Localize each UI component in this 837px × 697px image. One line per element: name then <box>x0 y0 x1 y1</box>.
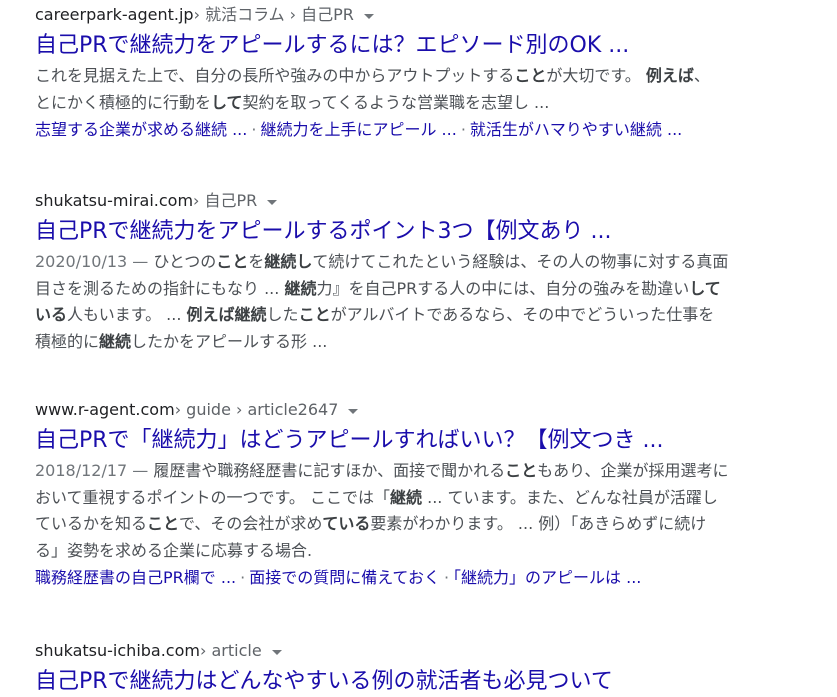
result-breadcrumb: › 自己PR <box>193 191 258 210</box>
snippet-highlight: こと <box>216 252 249 271</box>
snippet-text: 人もいます。 ... <box>67 305 187 324</box>
snippet-highlight: いる <box>35 305 68 324</box>
result-snippet: 2020/10/13 — ひとつのことを継続して続けてこれたという経験は、その人… <box>35 249 728 355</box>
result-title-link[interactable]: 自己PRで「継続力」はどうアピールすればいい？【例文つき ... <box>35 426 728 456</box>
result-breadcrumb: › 就活コラム › 自己PR <box>193 5 354 24</box>
result-4: shukatsu-ichiba.com › article 自己PRで継続力はど… <box>35 640 613 697</box>
snippet-line: 積極的に継続したかをアピールする形 ... <box>35 329 728 356</box>
snippet-text: 力』を自己PRする人の中には、自分の強みを勘違い <box>316 278 690 298</box>
chevron-down-icon[interactable] <box>363 13 374 19</box>
result-3: www.r-agent.com › guide › article2647 自己… <box>35 399 728 589</box>
snippet-highlight: ている <box>322 514 371 533</box>
result-title-link[interactable]: 自己PRで継続力をアピールするポイント3つ【例文あり ... <box>35 217 728 247</box>
snippet-text: で、その会社が求め <box>179 514 323 533</box>
result-date: 2018/12/17 — <box>35 461 154 480</box>
snippet-text: ... ています。また、どんな社員が活躍し <box>422 487 718 507</box>
snippet-highlight: 継続 <box>284 278 317 298</box>
result-domain: www.r-agent.com <box>35 400 175 419</box>
snippet-line: 2020/10/13 — ひとつのことを継続して続けてこれたという経験は、その人… <box>35 249 728 276</box>
sitelink[interactable]: 「継続力」のアピールは ... <box>453 568 641 587</box>
sitelink-separator: · <box>240 568 246 587</box>
sitelink[interactable]: 面接での質問に備えておく <box>249 568 440 587</box>
snippet-highlight: こと <box>505 461 538 480</box>
snippet-text: 要素がわかります。 ... 例）「あきらめずに続け <box>370 514 707 533</box>
snippet-text: おいて重視するポイントの一つです。 ここでは「 <box>35 487 391 507</box>
result-1: careerpark-agent.jp › 就活コラム › 自己PR 自己PRで… <box>35 4 710 141</box>
result-cite: careerpark-agent.jp › 就活コラム › 自己PR <box>35 4 710 26</box>
result-title-link[interactable]: 自己PRで継続力をアピールするには？エピソード別のOK ... <box>35 31 710 61</box>
chevron-down-icon[interactable] <box>271 649 282 655</box>
snippet-text: が大切です。 <box>546 66 646 85</box>
snippet-line: おいて重視するポイントの一つです。 ここでは「継続 ... ています。また、どん… <box>35 485 728 512</box>
snippet-text: る」姿勢を求める企業に応募する場合. <box>35 540 313 560</box>
sitelink[interactable]: 志望する企業が求める継続 ... <box>35 120 247 139</box>
result-cite: shukatsu-mirai.com › 自己PR <box>35 190 728 212</box>
snippet-text: を <box>248 252 265 271</box>
snippet-line: ているかを知ることで、その会社が求めている要素がわかります。 ... 例）「あき… <box>35 511 728 538</box>
snippet-highlight: こと <box>298 305 331 324</box>
snippet-highlight: 継続 <box>99 331 132 351</box>
snippet-line: 2018/12/17 — 履歴書や職務経歴書に記すほか、面接で聞かれることもあり… <box>35 458 728 485</box>
snippet-highlight: 継続し <box>264 252 313 271</box>
snippet-highlight: 継続 <box>390 487 423 507</box>
chevron-down-icon[interactable] <box>348 408 359 414</box>
snippet-highlight: 例えば継続 <box>186 305 267 324</box>
chevron-down-icon[interactable] <box>267 199 278 205</box>
snippet-text: した <box>266 305 299 324</box>
snippet-highlight: 例えば <box>645 66 694 85</box>
snippet-text: ているかを知る <box>35 514 148 533</box>
snippet-text: がアルバイトであるなら、その中でどういった仕事を <box>330 305 715 324</box>
result-cite: www.r-agent.com › guide › article2647 <box>35 399 728 421</box>
snippet-text: したかをアピールする形 ... <box>131 331 328 351</box>
sitelink[interactable]: 継続力を上手にアピール ... <box>260 120 456 139</box>
snippet-text: 契約を取ってくるような営業職を志望し ... <box>242 92 550 112</box>
snippet-line: とにかく積極的に行動をして契約を取ってくるような営業職を志望し ... <box>35 90 710 117</box>
result-snippet: これを見据えた上で、自分の長所や強みの中からアウトプットすることが大切です。 例… <box>35 63 710 116</box>
snippet-line: いる人もいます。 ... 例えば継続したことがアルバイトであるなら、その中でどう… <box>35 302 728 329</box>
snippet-highlight: して <box>689 278 721 298</box>
snippet-highlight: こと <box>147 514 180 533</box>
snippet-line: 目さを測るための指針にもなり ... 継続力』を自己PRする人の中には、自分の強… <box>35 276 728 303</box>
snippet-text: ひとつの <box>153 252 217 271</box>
snippet-text: これを見据えた上で、自分の長所や強みの中からアウトプットする <box>35 66 515 85</box>
result-sitelinks: 職務経歴書の自己PR欄で ... · 面接での質問に備えておく · 「継続力」のアピール… <box>35 567 728 589</box>
snippet-text: 目さを測るための指針にもなり ... <box>35 278 285 298</box>
result-2: shukatsu-mirai.com › 自己PR 自己PRで継続力をアピールす… <box>35 190 728 355</box>
result-breadcrumb: › guide › article2647 <box>174 400 339 419</box>
result-domain: shukatsu-mirai.com <box>35 191 194 210</box>
result-breadcrumb: › article <box>199 641 262 660</box>
sitelink-separator: · <box>443 568 450 587</box>
result-date: 2020/10/13 — <box>35 252 154 271</box>
sitelink[interactable]: 就活生がハマりやすい継続 ... <box>470 120 682 139</box>
snippet-text: 、 <box>693 66 710 85</box>
snippet-text: 積極的に <box>35 331 100 351</box>
snippet-highlight: こと <box>514 66 547 85</box>
snippet-text: 履歴書や職務経歴書に記すほか、面接で聞かれる <box>153 461 506 480</box>
snippet-highlight: して <box>211 92 243 112</box>
sitelink[interactable]: 職務経歴書の自己PR欄で ... <box>35 568 236 587</box>
snippet-line: る」姿勢を求める企業に応募する場合. <box>35 538 728 565</box>
snippet-text: とにかく積極的に行動を <box>35 92 212 112</box>
sitelink-separator: · <box>460 120 466 139</box>
result-domain: shukatsu-ichiba.com <box>35 641 200 660</box>
result-domain: careerpark-agent.jp <box>35 5 194 24</box>
snippet-text: もあり、企業が採用選考に <box>537 461 729 480</box>
result-snippet: 2018/12/17 — 履歴書や職務経歴書に記すほか、面接で聞かれることもあり… <box>35 458 728 564</box>
snippet-line: これを見据えた上で、自分の長所や強みの中からアウトプットすることが大切です。 例… <box>35 63 710 90</box>
result-title-link[interactable]: 自己PRで継続力はどんなやすいる例の就活者も必見ついて <box>35 667 613 697</box>
sitelink-separator: · <box>251 120 257 139</box>
snippet-text: て続けてこれたという経験は、その人の物事に対する真面 <box>312 252 729 271</box>
result-cite: shukatsu-ichiba.com › article <box>35 640 613 662</box>
result-sitelinks: 志望する企業が求める継続 ... · 継続力を上手にアピール ... · 就活生がハマり… <box>35 119 710 141</box>
